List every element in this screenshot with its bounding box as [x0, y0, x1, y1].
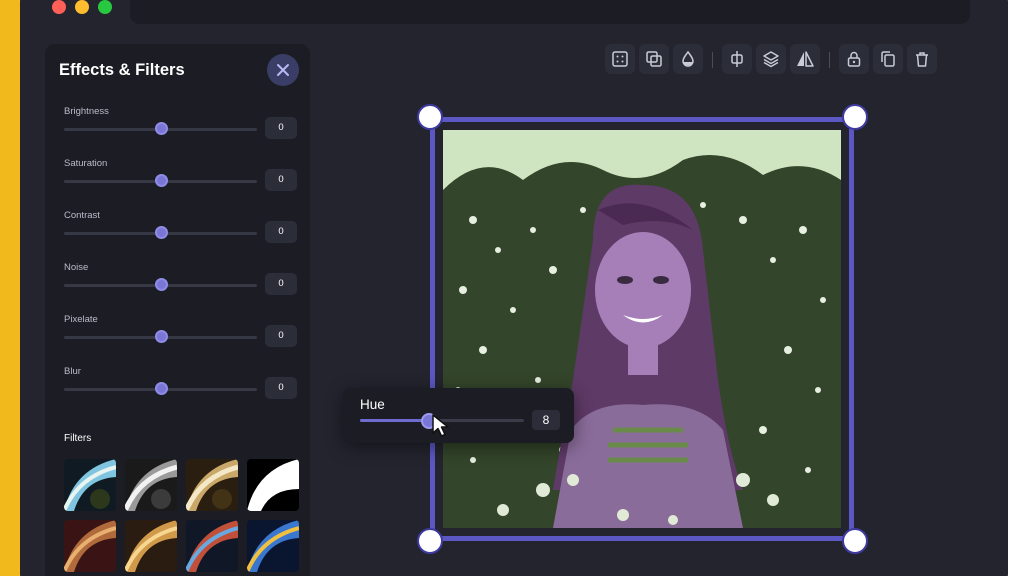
filter-thumbnail[interactable]	[64, 459, 116, 511]
delete-icon	[916, 52, 928, 67]
slider-knob[interactable]	[154, 226, 168, 239]
slider-value-field[interactable]: 0	[265, 377, 297, 399]
filter-thumbnail[interactable]	[186, 520, 238, 572]
slider-value-field[interactable]: 0	[265, 221, 297, 243]
slider-pixelate: Pixelate 0	[45, 314, 310, 366]
filter-thumbnail[interactable]	[186, 459, 238, 511]
slider-blur: Blur 0	[45, 366, 310, 418]
duplicate-layer-button[interactable]	[639, 44, 669, 74]
slider-knob[interactable]	[154, 122, 168, 135]
slider-contrast: Contrast 0	[45, 210, 310, 262]
copy-button[interactable]	[873, 44, 903, 74]
effects-filters-panel: Effects & Filters Brightness 0 Saturation 0…	[45, 44, 310, 576]
hue-label: Hue	[360, 397, 385, 412]
duplicate-layer-icon	[646, 51, 662, 67]
lock-icon	[847, 51, 861, 67]
slider-brightness: Brightness 0	[45, 106, 310, 158]
slider-knob[interactable]	[154, 174, 168, 187]
opacity-button[interactable]	[673, 44, 703, 74]
slider-knob[interactable]	[154, 382, 168, 395]
window-close-dot[interactable]	[52, 0, 66, 14]
layers-button[interactable]	[756, 44, 786, 74]
layers-icon	[763, 51, 779, 68]
slider-label: Noise	[64, 262, 89, 273]
slider-value-field[interactable]: 0	[265, 117, 297, 139]
filter-thumbnail[interactable]	[125, 459, 177, 511]
toolbar-divider	[829, 52, 830, 68]
delete-button[interactable]	[907, 44, 937, 74]
window-maximize-dot[interactable]	[98, 0, 112, 14]
flip-button[interactable]	[790, 44, 820, 74]
hue-popup: Hue 8	[343, 388, 574, 443]
slider-label: Brightness	[64, 106, 109, 117]
slider-label: Contrast	[64, 210, 100, 221]
slider-value-field[interactable]: 0	[265, 169, 297, 191]
slider-knob[interactable]	[154, 330, 168, 343]
filter-thumbnail[interactable]	[247, 520, 299, 572]
slider-label: Saturation	[64, 158, 108, 169]
mouse-cursor-icon	[432, 414, 449, 437]
filter-thumbnail[interactable]	[247, 459, 299, 511]
flip-icon	[797, 51, 814, 67]
hue-slider-fill	[360, 419, 429, 422]
slider-knob[interactable]	[154, 278, 168, 291]
filter-thumbnail[interactable]	[64, 520, 116, 572]
align-center-button[interactable]	[722, 44, 752, 74]
resize-handle-top-left[interactable]	[417, 104, 443, 130]
selection-frame[interactable]	[430, 117, 854, 541]
portrait-photo[interactable]	[443, 130, 841, 528]
opacity-icon	[682, 50, 694, 67]
close-icon	[277, 64, 289, 76]
slider-label: Blur	[64, 366, 81, 377]
title-bar	[130, 0, 970, 24]
resize-handle-top-right[interactable]	[842, 104, 868, 130]
grid-button[interactable]	[605, 44, 635, 74]
toolbar-divider	[712, 52, 713, 68]
panel-title: Effects & Filters	[59, 61, 185, 79]
filter-thumbnail[interactable]	[125, 520, 177, 572]
resize-handle-bottom-right[interactable]	[842, 528, 868, 554]
slider-noise: Noise 0	[45, 262, 310, 314]
slider-label: Pixelate	[64, 314, 98, 325]
filters-title: Filters	[64, 433, 92, 444]
grid-icon	[612, 51, 628, 67]
window-minimize-dot[interactable]	[75, 0, 89, 14]
slider-value-field[interactable]: 0	[265, 273, 297, 295]
lock-button[interactable]	[839, 44, 869, 74]
app-window: Effects & Filters Brightness 0 Saturation 0…	[20, 0, 1008, 576]
hue-value-field[interactable]: 8	[532, 410, 560, 430]
close-panel-button[interactable]	[267, 54, 299, 86]
copy-icon	[881, 51, 895, 67]
resize-handle-bottom-left[interactable]	[417, 528, 443, 554]
slider-saturation: Saturation 0	[45, 158, 310, 210]
slider-value-field[interactable]: 0	[265, 325, 297, 347]
align-center-icon	[731, 51, 743, 67]
